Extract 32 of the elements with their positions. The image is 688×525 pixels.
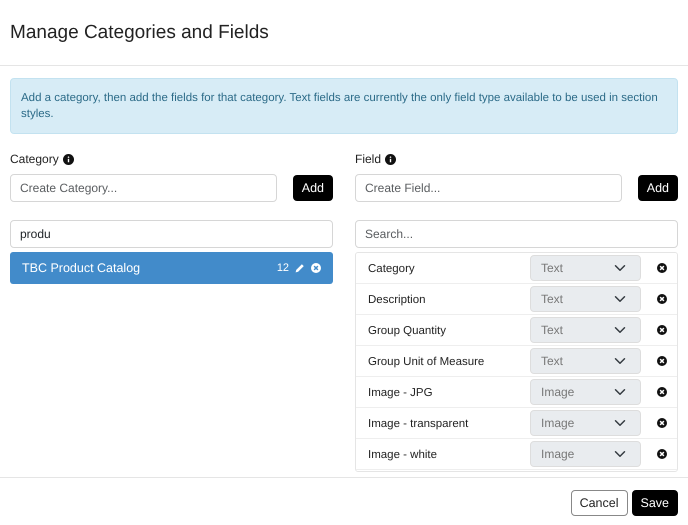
field-name: Image - transparent xyxy=(368,417,470,432)
category-name: TBC Product Catalog xyxy=(22,260,142,277)
item-count: 12 xyxy=(276,260,289,276)
field-label: Field xyxy=(355,151,382,168)
create-input[interactable]: Create Category... xyxy=(10,174,277,202)
add-button[interactable]: Add xyxy=(638,175,678,202)
search-field[interactable]: produ xyxy=(10,220,333,248)
field-name: Image - JPG xyxy=(368,386,434,402)
category-item[interactable]: TBC Product Catalog 12 xyxy=(10,252,333,284)
search-field[interactable]: Search... xyxy=(355,220,678,248)
info-icon xyxy=(62,154,74,165)
create-input[interactable]: Create Field... xyxy=(355,174,622,202)
info-icon xyxy=(385,154,396,165)
field-name: Category xyxy=(368,262,416,278)
field-name: Description xyxy=(368,293,427,308)
save-button[interactable]: Save xyxy=(632,490,678,516)
remove-icon[interactable] xyxy=(657,387,667,398)
field-label: Category xyxy=(10,151,59,168)
info-alert: Add a category, then add the fields for that category. Text fields are currently the only field type available to be used in section styles. xyxy=(10,78,678,134)
field-name: Group Quantity xyxy=(368,324,447,340)
pencil-icon[interactable] xyxy=(295,263,305,274)
field-name: Group Unit of Measure xyxy=(368,355,486,370)
remove-icon[interactable] xyxy=(657,356,667,366)
add-button[interactable]: Add xyxy=(292,175,333,202)
remove-icon[interactable] xyxy=(657,294,667,304)
remove-icon[interactable] xyxy=(657,449,667,460)
remove-icon[interactable] xyxy=(657,263,667,274)
modal-title: Manage Categories and Fields xyxy=(10,22,270,45)
remove-icon[interactable] xyxy=(657,325,667,336)
cancel-button[interactable]: Cancel xyxy=(570,490,628,516)
field-name: Image - white xyxy=(368,448,438,464)
remove-icon[interactable] xyxy=(657,418,667,428)
